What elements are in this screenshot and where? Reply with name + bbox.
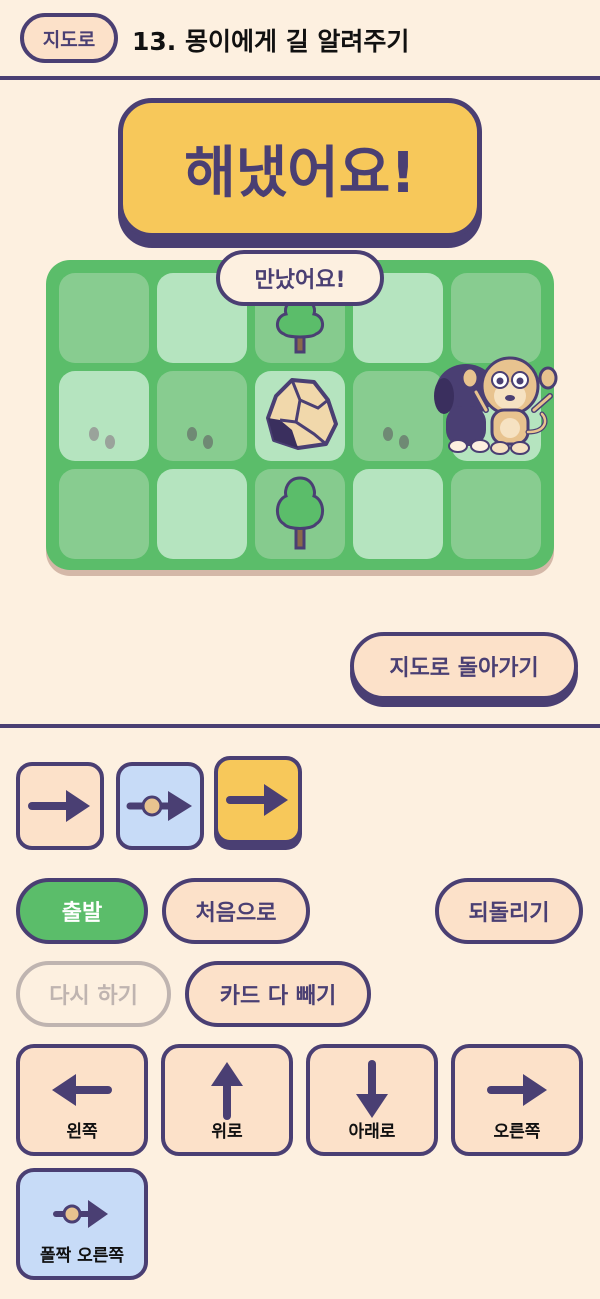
down-arrow-icon (356, 1060, 388, 1118)
jump-right-icon (53, 1200, 108, 1228)
footprints-icon (89, 427, 115, 449)
back-to-map-button[interactable]: 지도로 돌아가기 (350, 632, 578, 700)
right-arrow-icon (487, 1074, 547, 1106)
meet-bubble: 만났어요! (216, 250, 384, 306)
footprints-icon (187, 427, 213, 449)
sequence-card-right[interactable] (16, 762, 104, 850)
board-cell (451, 469, 541, 559)
board-cell (451, 273, 541, 363)
left-button[interactable]: 왼쪽 (16, 1044, 148, 1156)
monkey-character (462, 356, 558, 455)
header-divider (0, 76, 600, 80)
right-arrow-icon (226, 784, 288, 816)
success-banner: 해냈어요! (118, 98, 482, 238)
level-title: 13. 몽이에게 길 알려주기 (132, 27, 410, 56)
down-button[interactable]: 아래로 (306, 1044, 438, 1156)
footprints-icon (383, 427, 409, 449)
start-button[interactable]: 출발 (16, 878, 148, 944)
board-cell (353, 469, 443, 559)
reset-button[interactable]: 처음으로 (162, 878, 310, 944)
jump-right-icon (126, 791, 192, 821)
sequence-card-jump-right[interactable] (116, 762, 204, 850)
jump-right-button-label: 폴짝 오른쪽 (39, 1246, 125, 1266)
left-arrow-icon (52, 1074, 112, 1106)
board-cell (59, 273, 149, 363)
retry-button[interactable]: 다시 하기 (16, 961, 171, 1027)
undo-button[interactable]: 되돌리기 (435, 878, 583, 944)
rock-icon (266, 378, 338, 450)
jump-right-button[interactable]: 폴짝 오른쪽 (16, 1168, 148, 1280)
board-cell (59, 469, 149, 559)
right-button[interactable]: 오른쪽 (451, 1044, 583, 1156)
down-button-label: 아래로 (348, 1122, 396, 1142)
map-button[interactable]: 지도로 (20, 13, 118, 63)
tree-icon (276, 476, 324, 550)
header: 지도로 13. 몽이에게 길 알려주기 (0, 0, 600, 80)
game-board (46, 260, 558, 570)
left-button-label: 왼쪽 (66, 1122, 98, 1142)
sequence-card-right-active[interactable] (214, 756, 302, 844)
up-arrow-icon (211, 1062, 243, 1120)
right-arrow-icon (28, 790, 90, 822)
panel-divider (0, 724, 600, 728)
up-button-label: 위로 (211, 1122, 243, 1142)
up-button[interactable]: 위로 (161, 1044, 293, 1156)
right-button-label: 오른쪽 (493, 1122, 541, 1142)
clear-cards-button[interactable]: 카드 다 빼기 (185, 961, 371, 1027)
board-cell (157, 469, 247, 559)
